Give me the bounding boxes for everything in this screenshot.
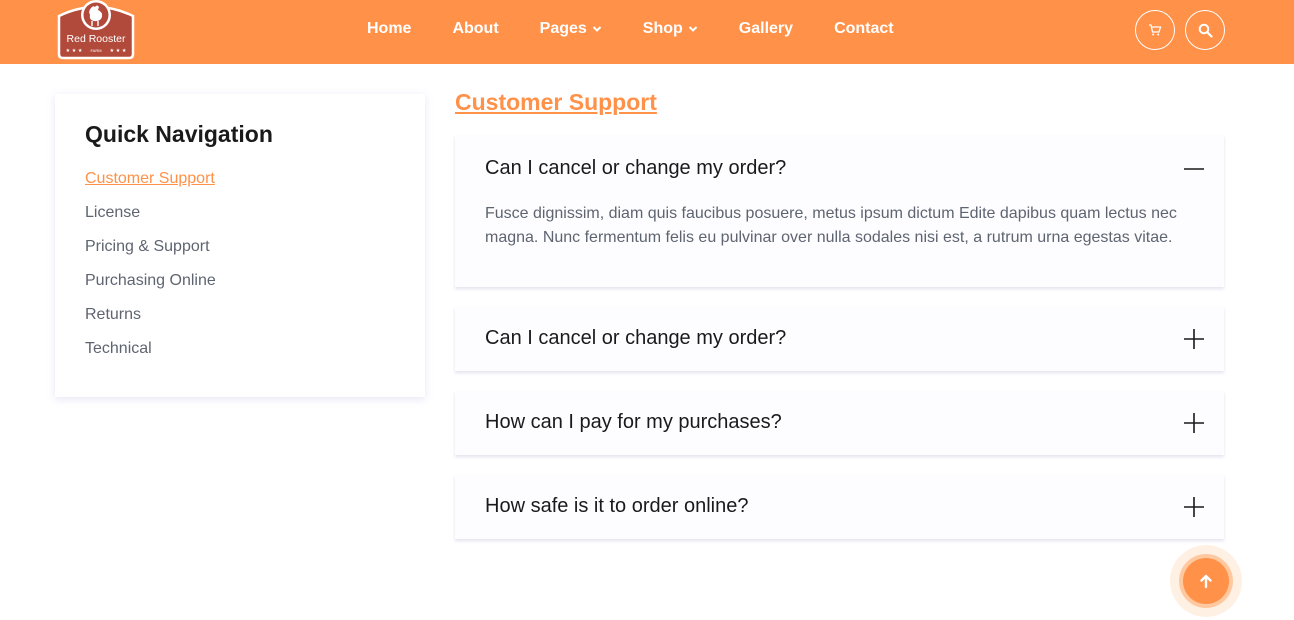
sidebar-item-pricing-support[interactable]: Pricing & Support bbox=[85, 238, 216, 272]
page: Red Rooster ★ ★ ★ FARM ★ ★ ★ Home About … bbox=[0, 0, 1294, 620]
minus-icon[interactable] bbox=[1184, 159, 1204, 179]
sidebar-item-license[interactable]: License bbox=[85, 204, 216, 238]
nav-home[interactable]: Home bbox=[367, 20, 411, 38]
nav-gallery-label: Gallery bbox=[738, 20, 794, 37]
quick-navigation-list: Customer Support License Pricing & Suppo… bbox=[85, 170, 216, 374]
faq-item[interactable]: Can I cancel or change my order? bbox=[455, 307, 1224, 371]
arrow-up-icon bbox=[1200, 574, 1212, 589]
faq-question: Can I cancel or change my order? bbox=[485, 157, 787, 179]
nav-contact-label: Contact bbox=[834, 20, 894, 37]
faq-item[interactable]: How safe is it to order online? bbox=[455, 475, 1224, 539]
sidebar-item-technical[interactable]: Technical bbox=[85, 340, 216, 374]
sidebar-item-returns[interactable]: Returns bbox=[85, 306, 216, 340]
nav-about[interactable]: About bbox=[452, 20, 498, 38]
plus-icon[interactable] bbox=[1184, 413, 1204, 433]
top-header: Red Rooster ★ ★ ★ FARM ★ ★ ★ Home About … bbox=[0, 0, 1294, 64]
logo-stars-left: ★ ★ ★ bbox=[66, 48, 83, 54]
chevron-down-icon bbox=[592, 26, 602, 32]
nav-about-label: About bbox=[452, 20, 499, 37]
brand-logo[interactable]: Red Rooster ★ ★ ★ FARM ★ ★ ★ bbox=[55, 0, 137, 60]
logo-stars-right: ★ ★ ★ bbox=[110, 48, 127, 54]
nav-contact[interactable]: Contact bbox=[834, 20, 894, 38]
search-button[interactable] bbox=[1185, 10, 1225, 50]
logo-tagline-text: FARM bbox=[90, 48, 101, 53]
sidebar-item-customer-support[interactable]: Customer Support bbox=[85, 170, 216, 204]
nav-shop[interactable]: Shop bbox=[643, 20, 698, 38]
nav-gallery[interactable]: Gallery bbox=[739, 20, 793, 38]
nav-shop-label: Shop bbox=[642, 20, 683, 37]
cart-button[interactable] bbox=[1135, 10, 1175, 50]
scroll-to-top-button[interactable] bbox=[1183, 558, 1229, 604]
faq-item[interactable]: How can I pay for my purchases? bbox=[455, 391, 1224, 455]
nav-pages[interactable]: Pages bbox=[540, 20, 602, 38]
faq-item-expanded[interactable]: Can I cancel or change my order? Fusce d… bbox=[455, 135, 1224, 287]
faq-question: How safe is it to order online? bbox=[485, 495, 749, 517]
sidebar-item-purchasing-online[interactable]: Purchasing Online bbox=[85, 272, 216, 306]
faq-answer: Fusce dignissim, diam quis faucibus posu… bbox=[485, 205, 1177, 246]
section-title[interactable]: Customer Support bbox=[455, 89, 657, 116]
main-nav: Home About Pages Shop Gallery Contact bbox=[367, 0, 894, 58]
nav-pages-label: Pages bbox=[539, 20, 587, 37]
faq-question: How can I pay for my purchases? bbox=[485, 411, 782, 433]
nav-home-label: Home bbox=[367, 20, 412, 37]
search-icon bbox=[1198, 23, 1213, 38]
quick-navigation-card: Quick Navigation Customer Support Licens… bbox=[55, 94, 425, 397]
logo-brand-text: Red Rooster bbox=[67, 33, 126, 45]
chevron-down-icon bbox=[688, 26, 698, 32]
faq-question: Can I cancel or change my order? bbox=[485, 327, 787, 349]
quick-navigation-title: Quick Navigation bbox=[85, 121, 273, 147]
cart-icon bbox=[1149, 24, 1162, 36]
plus-icon[interactable] bbox=[1184, 329, 1204, 349]
plus-icon[interactable] bbox=[1184, 497, 1204, 517]
